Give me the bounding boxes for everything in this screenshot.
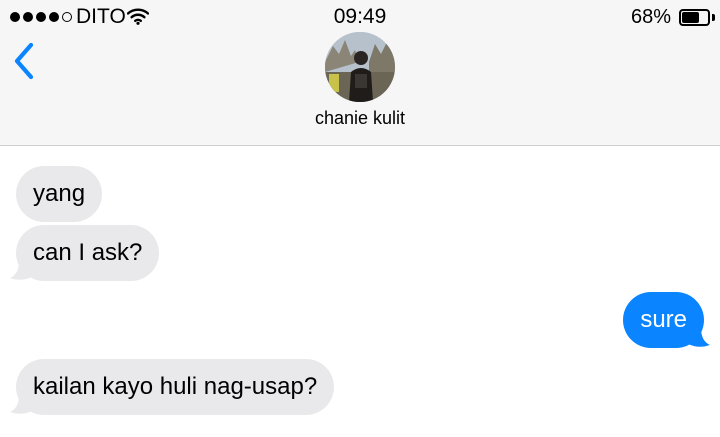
battery-fill [682, 12, 699, 23]
incoming-message-bubble[interactable]: can I ask? [16, 225, 160, 281]
message-row: yang [0, 166, 720, 222]
contact-name[interactable]: chanie kulit [0, 108, 720, 129]
chevron-left-icon[interactable] [10, 40, 40, 82]
avatar-photo [325, 32, 395, 102]
contact-avatar[interactable] [325, 32, 395, 102]
status-time: 09:49 [333, 5, 387, 28]
message-row: kailan kayo huli nag-usap? [0, 359, 720, 415]
message-row: can I ask? [0, 225, 720, 281]
status-bar: DITO 09:49 68% [0, 0, 720, 34]
battery-percentage: 68% [630, 6, 671, 28]
message-row: sure [0, 292, 720, 348]
incoming-message-bubble[interactable]: kailan kayo huli nag-usap? [16, 359, 335, 415]
battery-cap [712, 14, 715, 21]
battery-icon [679, 9, 710, 26]
outgoing-message-bubble[interactable]: sure [623, 292, 704, 348]
conversation-header: DITO 09:49 68% chanie kulit [0, 0, 720, 146]
incoming-message-bubble[interactable]: yang [16, 166, 103, 222]
